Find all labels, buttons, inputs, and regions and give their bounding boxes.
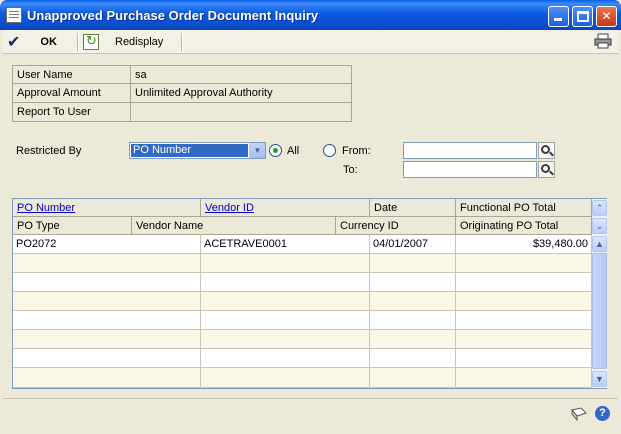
empty-cell [13,368,201,388]
help-icon[interactable]: ? [595,406,610,421]
all-radio[interactable] [269,144,282,157]
empty-cell [456,349,592,368]
from-lookup-button[interactable] [538,142,555,159]
cell-functional-po-total: $39,480.00 [456,235,592,254]
empty-cell [13,254,201,273]
note-icon[interactable] [571,407,587,421]
ok-label: OK [40,36,57,48]
to-lookup-button[interactable] [538,161,555,178]
toolbar-divider [77,33,78,51]
empty-cell [370,292,456,311]
approval-amount-label: Approval Amount [12,84,130,103]
empty-cell [201,311,370,330]
empty-cell [456,273,592,292]
scroll-down-icon[interactable]: ▼ [592,371,607,387]
empty-cell [13,349,201,368]
from-radio[interactable] [323,144,336,157]
restricted-by-dropdown[interactable]: PO Number ▼ [129,142,266,159]
restricted-by-value: PO Number [131,144,248,157]
empty-cell [370,254,456,273]
empty-cell [201,254,370,273]
title-bar: Unapproved Purchase Order Document Inqui… [0,0,621,30]
minimize-button[interactable] [548,6,569,27]
user-name-label: User Name [12,65,130,84]
toolbar: ✔ OK Redisplay [3,30,618,54]
col-header-vendor-id[interactable]: Vendor ID [201,199,370,217]
close-button[interactable]: ✕ [596,6,617,27]
empty-cell [201,273,370,292]
close-icon: ✕ [601,9,612,23]
empty-cell [370,273,456,292]
empty-cell [201,368,370,388]
user-info-panel: User Name sa Approval Amount Unlimited A… [12,65,352,122]
user-name-value: sa [130,65,352,84]
col-header-po-type: PO Type [13,217,132,235]
maximize-button[interactable] [572,6,593,27]
cell-vendor-id: ACETRAVE0001 [201,235,370,254]
empty-cell [456,311,592,330]
empty-cell [370,368,456,388]
expand-up-icon[interactable]: ⌃ [592,200,607,216]
empty-cell [456,368,592,388]
restricted-by-label: Restricted By [16,145,82,157]
col-header-vendor-name: Vendor Name [132,217,336,235]
redisplay-button[interactable]: Redisplay [83,33,163,51]
col-header-originating-po-total: Originating PO Total [456,217,592,235]
chevron-down-icon[interactable]: ▼ [249,143,265,158]
empty-cell [13,330,201,349]
cell-po-number: PO2072 [13,235,201,254]
vertical-scrollbar[interactable]: ⌃ ⌄ ▲ ▼ [592,199,607,388]
po-grid[interactable]: PO Number Vendor ID Date Functional PO T… [12,198,607,389]
printer-icon[interactable] [594,33,612,49]
minimize-icon [554,18,562,21]
toolbar-divider [181,33,182,51]
empty-cell [201,330,370,349]
to-input[interactable] [403,161,537,178]
document-icon [6,7,22,23]
expand-down-icon[interactable]: ⌄ [592,218,607,234]
redisplay-icon [83,33,99,50]
scroll-thumb[interactable] [592,253,607,369]
to-label: To: [343,164,358,176]
empty-cell [201,292,370,311]
ok-button[interactable]: ✔ OK [7,33,57,51]
empty-cell [13,273,201,292]
col-header-po-number[interactable]: PO Number [13,199,201,217]
bottom-divider [3,398,618,399]
maximize-icon [577,11,589,22]
from-label: From: [342,145,371,157]
scroll-up-icon[interactable]: ▲ [592,236,607,252]
approval-amount-value: Unlimited Approval Authority [130,84,352,103]
window-title: Unapproved Purchase Order Document Inqui… [27,8,319,23]
col-header-currency-id: Currency ID [336,217,456,235]
checkmark-icon: ✔ [7,34,21,51]
report-to-user-label: Report To User [12,103,130,122]
cell-date: 04/01/2007 [370,235,456,254]
redisplay-label: Redisplay [115,36,164,48]
empty-cell [370,311,456,330]
col-header-date: Date [370,199,456,217]
empty-cell [13,311,201,330]
empty-cell [13,292,201,311]
from-input[interactable] [403,142,537,159]
col-header-functional-po-total: Functional PO Total [456,199,592,217]
empty-cell [456,292,592,311]
empty-cell [456,330,592,349]
empty-cell [456,254,592,273]
all-label: All [287,145,300,157]
report-to-user-value [130,103,352,122]
empty-cell [201,349,370,368]
empty-cell [370,349,456,368]
empty-cell [370,330,456,349]
